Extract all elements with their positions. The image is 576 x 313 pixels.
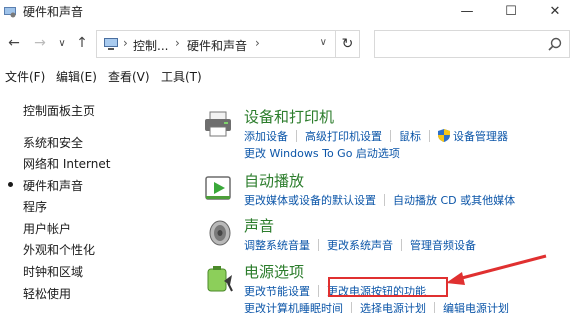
link-adjust-volume[interactable]: 调整系统音量 (244, 239, 310, 252)
breadcrumb-separator: › (175, 36, 180, 50)
link-change-system-sounds[interactable]: 更改系统声音 (327, 239, 393, 252)
forward-button[interactable]: → (31, 34, 49, 52)
menu-bar: 文件(F) 编辑(E) 查看(V) 工具(T) (0, 66, 576, 86)
sidebar-item-programs[interactable]: 程序 (23, 198, 47, 215)
annotation-arrow-icon (446, 254, 547, 285)
refresh-button[interactable]: ↻ (336, 30, 360, 58)
link-divider (390, 130, 391, 142)
sidebar-item-appearance[interactable]: 外观和个性化 (23, 241, 95, 258)
maximize-button[interactable]: ☐ (490, 0, 532, 22)
link-windows-to-go[interactable]: 更改 Windows To Go 启动选项 (244, 147, 400, 160)
link-divider (318, 285, 319, 297)
link-divider (351, 302, 352, 313)
link-change-default-media[interactable]: 更改媒体或设备的默认设置 (244, 194, 376, 207)
link-divider (318, 239, 319, 251)
section-title[interactable]: 设备和打印机 (244, 106, 334, 127)
speaker-icon (209, 220, 231, 246)
menu-tools[interactable]: 工具(T) (161, 68, 202, 85)
sidebar-item-hardware-sound[interactable]: 硬件和声音 (23, 177, 83, 194)
back-button[interactable]: ← (5, 34, 23, 52)
link-change-sleep-time[interactable]: 更改计算机睡眠时间 (244, 302, 343, 313)
address-dropdown-icon[interactable]: ∨ (320, 37, 327, 48)
menu-view[interactable]: 查看(V) (108, 68, 150, 85)
control-panel-icon (4, 7, 16, 18)
section-devices-printers: 设备和打印机 添加设备 高级打印机设置 鼠标 设备管理器 更改 Windows To … (200, 106, 576, 162)
section-title[interactable]: 声音 (244, 215, 274, 236)
link-add-device[interactable]: 添加设备 (244, 130, 288, 143)
sidebar-item-network[interactable]: 网络和 Internet (23, 155, 110, 172)
title-bar: 硬件和声音 — ☐ ✕ (0, 0, 576, 22)
search-icon (548, 37, 562, 51)
window-title: 硬件和声音 (23, 5, 84, 19)
recent-locations-button[interactable]: ∨ (53, 34, 71, 52)
sidebar-item-ease-of-access[interactable]: 轻松使用 (23, 285, 71, 302)
link-divider (296, 130, 297, 142)
link-advanced-printer-setup[interactable]: 高级打印机设置 (305, 130, 382, 143)
link-divider (384, 194, 385, 206)
link-autoplay-cd[interactable]: 自动播放 CD 或其他媒体 (393, 194, 515, 207)
power-icon (207, 266, 233, 292)
link-edit-power-plan[interactable]: 编辑电源计划 (443, 302, 509, 313)
link-divider (401, 239, 402, 251)
active-item-bullet (8, 182, 13, 187)
search-input[interactable] (374, 30, 570, 58)
autoplay-icon (205, 176, 231, 200)
breadcrumb-separator: › (123, 36, 128, 50)
address-bar[interactable]: › 控制... › 硬件和声音 › ∨ (96, 30, 336, 58)
section-sound: 声音 调整系统音量 更改系统声音 管理音频设备 (200, 215, 576, 255)
shield-icon (438, 129, 450, 142)
link-change-power-saving[interactable]: 更改节能设置 (244, 285, 310, 298)
up-button[interactable]: ↑ (73, 34, 91, 52)
menu-file[interactable]: 文件(F) (5, 68, 45, 85)
sidebar: 控制面板主页 系统和安全 网络和 Internet 硬件和声音 程序 用户帐户 … (0, 96, 190, 313)
highlight-box (328, 277, 448, 297)
computer-icon (104, 38, 118, 50)
link-device-manager[interactable]: 设备管理器 (453, 130, 508, 143)
link-choose-power-plan[interactable]: 选择电源计划 (360, 302, 426, 313)
link-mouse[interactable]: 鼠标 (399, 130, 421, 143)
section-title[interactable]: 电源选项 (244, 261, 304, 282)
menu-edit[interactable]: 编辑(E) (56, 68, 97, 85)
link-manage-audio-devices[interactable]: 管理音频设备 (410, 239, 476, 252)
link-divider (429, 130, 430, 142)
close-button[interactable]: ✕ (534, 0, 576, 22)
sidebar-item-user-accounts[interactable]: 用户帐户 (23, 220, 71, 237)
printer-icon (205, 111, 231, 137)
link-divider (434, 302, 435, 313)
breadcrumb-separator: › (255, 36, 260, 50)
breadcrumb-control-panel[interactable]: 控制... (133, 37, 168, 54)
minimize-button[interactable]: — (446, 0, 488, 22)
sidebar-item-system-security[interactable]: 系统和安全 (23, 134, 83, 151)
section-autoplay: 自动播放 更改媒体或设备的默认设置 自动播放 CD 或其他媒体 (200, 170, 576, 210)
sidebar-item-home[interactable]: 控制面板主页 (23, 102, 95, 119)
sidebar-item-clock-region[interactable]: 时钟和区域 (23, 263, 83, 280)
breadcrumb-hardware-sound[interactable]: 硬件和声音 (187, 37, 247, 54)
section-title[interactable]: 自动播放 (244, 170, 304, 191)
